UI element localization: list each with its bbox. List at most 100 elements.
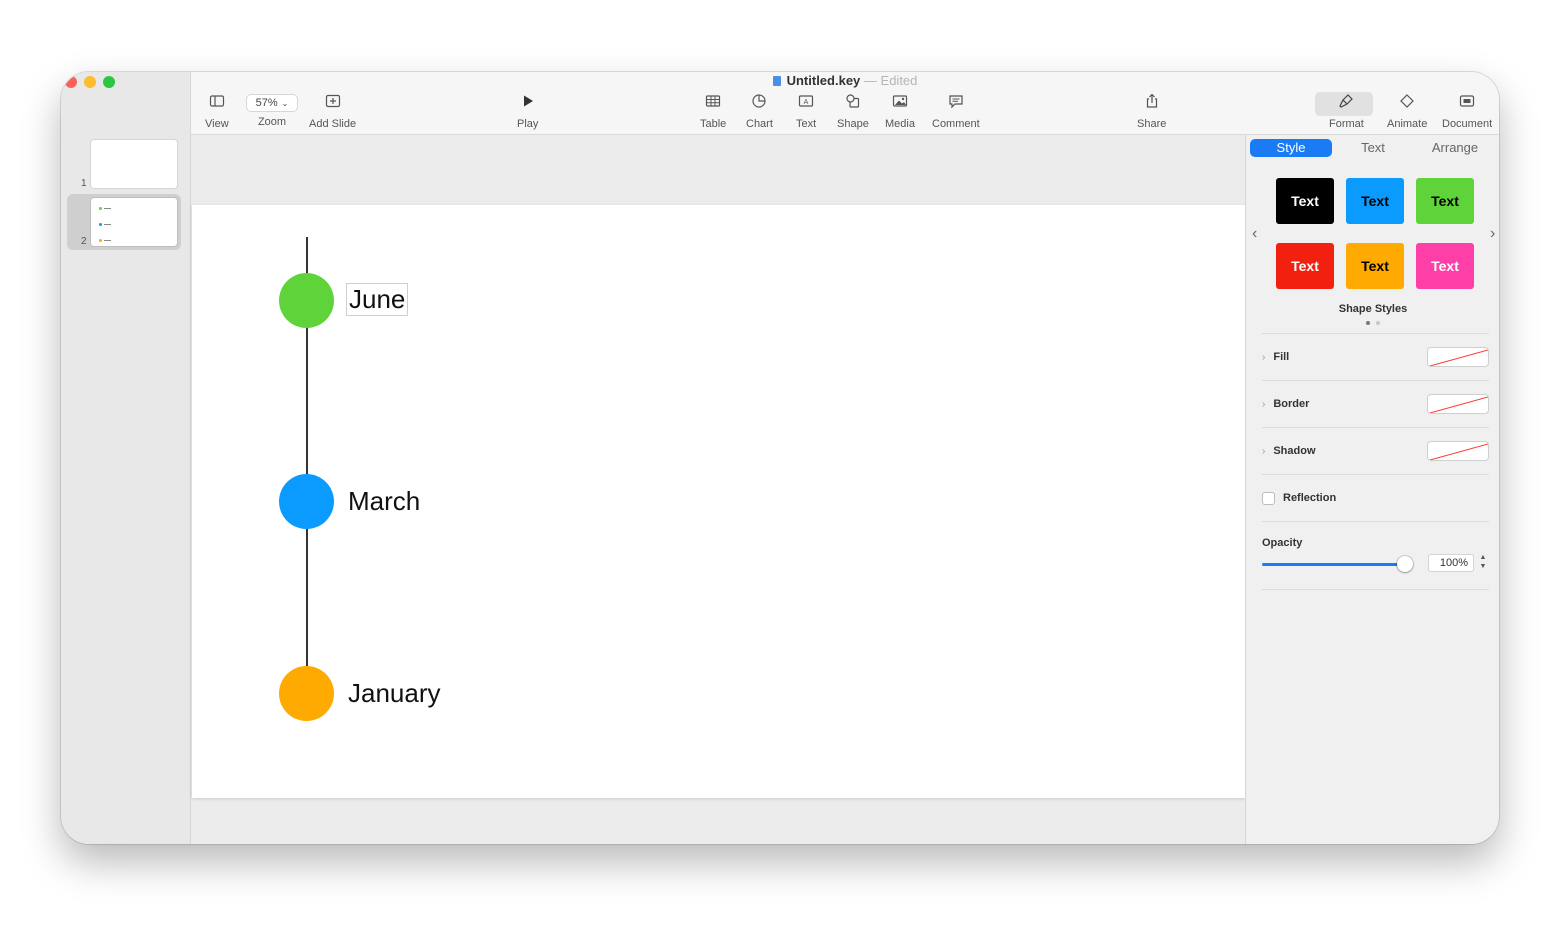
chevron-up-icon[interactable]: ▲ <box>1478 553 1488 562</box>
opacity-label: Opacity <box>1262 537 1303 549</box>
no-shadow-icon <box>1429 443 1488 460</box>
slide-thumbnail-1[interactable]: 1 <box>67 136 181 192</box>
border-row[interactable]: › Border <box>1262 393 1489 415</box>
shape-style-swatch[interactable]: Text <box>1346 178 1404 224</box>
view-label: View <box>205 118 229 130</box>
svg-text:A: A <box>804 99 809 106</box>
timeline-dot-january[interactable] <box>279 666 334 721</box>
chevron-right-icon[interactable]: › <box>1490 225 1495 243</box>
divider <box>1262 521 1489 522</box>
reflection-row[interactable]: Reflection <box>1262 487 1489 509</box>
keynote-file-icon <box>772 76 781 86</box>
minimize-button[interactable] <box>84 76 96 88</box>
chevron-left-icon[interactable]: ‹ <box>1252 225 1257 243</box>
animate-button[interactable]: Animate <box>1387 94 1427 130</box>
reflection-checkbox[interactable] <box>1262 491 1275 505</box>
mini-bullet <box>99 207 111 210</box>
add-slide-button[interactable]: Add Slide <box>309 94 357 130</box>
timeline-label-january[interactable]: January <box>348 678 441 709</box>
edited-status: Edited <box>880 73 918 88</box>
shape-button[interactable]: Shape <box>837 94 869 130</box>
timeline-label-march[interactable]: March <box>348 486 420 517</box>
chevron-down-icon: ⌄ <box>281 98 289 108</box>
shape-styles-label: Shape Styles <box>1338 303 1408 315</box>
timeline-label-june[interactable]: June <box>346 283 409 316</box>
format-button[interactable]: Format <box>1315 92 1373 130</box>
divider <box>1262 380 1489 381</box>
zoom-value: 57% <box>255 97 278 109</box>
document-icon <box>1459 95 1475 107</box>
inspector-tabs: Style Text Arrange <box>1250 139 1496 157</box>
paintbrush-icon <box>1339 94 1354 108</box>
fill-label: Fill <box>1273 351 1290 363</box>
slide-canvas[interactable]: June March January <box>192 205 1245 798</box>
no-fill-icon <box>1429 349 1488 366</box>
shadow-row[interactable]: › Shadow <box>1262 440 1489 462</box>
opacity-slider-knob[interactable] <box>1397 556 1413 572</box>
toolbar: Untitled.key — Edited View 57% ⌄ Zoom Add… <box>191 72 1499 135</box>
chart-button[interactable]: Chart <box>746 94 773 130</box>
plus-square-icon <box>325 94 340 108</box>
fill-color-well[interactable] <box>1427 347 1489 367</box>
chevron-right-icon: › <box>1262 351 1266 363</box>
shape-style-swatch[interactable]: Text <box>1416 243 1474 289</box>
document-button[interactable]: Document <box>1442 95 1492 130</box>
chart-label: Chart <box>746 118 773 130</box>
shadow-label: Shadow <box>1273 445 1316 457</box>
shape-style-swatch[interactable]: Text <box>1276 243 1334 289</box>
tab-text[interactable]: Text <box>1332 139 1414 157</box>
slide-thumbnail-2[interactable]: 2 <box>67 194 181 250</box>
media-label: Media <box>885 118 915 130</box>
play-icon <box>523 95 533 107</box>
zoom-label: Zoom <box>257 116 287 128</box>
play-button[interactable]: Play <box>517 95 538 130</box>
opacity-slider[interactable] <box>1262 563 1410 566</box>
border-color-well[interactable] <box>1427 394 1489 414</box>
chevron-down-icon[interactable]: ▼ <box>1478 562 1488 571</box>
sidebar-icon <box>209 95 224 107</box>
divider <box>1262 474 1489 475</box>
opacity-input[interactable]: 100% <box>1428 554 1474 572</box>
fill-row[interactable]: › Fill <box>1262 346 1489 368</box>
slide-number: 2 <box>81 236 87 247</box>
slide-navigator: 1 2 <box>61 72 191 844</box>
text-button[interactable]: A Text <box>796 95 817 130</box>
table-button[interactable]: Table <box>700 95 727 130</box>
comment-icon <box>949 95 963 109</box>
border-label: Border <box>1273 398 1310 410</box>
window-controls <box>65 76 115 88</box>
diamond-icon <box>1400 94 1415 108</box>
style-page-indicator[interactable] <box>1366 321 1380 325</box>
opacity-stepper[interactable]: ▲ ▼ <box>1478 553 1488 573</box>
divider <box>1262 333 1489 334</box>
share-button[interactable]: Share <box>1137 93 1166 130</box>
shadow-color-well[interactable] <box>1427 441 1489 461</box>
shape-style-swatch[interactable]: Text <box>1276 178 1334 224</box>
tab-style[interactable]: Style <box>1250 139 1332 157</box>
shape-style-swatch[interactable]: Text <box>1346 243 1404 289</box>
slide-canvas-area: June March January <box>191 135 1245 844</box>
chevron-right-icon: › <box>1262 398 1266 410</box>
zoom-select[interactable]: 57% ⌄ <box>246 94 298 112</box>
text-box-icon: A <box>798 95 814 107</box>
comment-button[interactable]: Comment <box>932 95 980 130</box>
slide-preview <box>91 140 177 188</box>
text-label: Text <box>796 118 817 130</box>
format-label: Format <box>1329 118 1364 130</box>
table-label: Table <box>700 118 727 130</box>
slide-preview <box>91 198 177 246</box>
timeline-dot-march[interactable] <box>279 474 334 529</box>
zoom-control[interactable]: 57% ⌄ Zoom <box>246 94 298 128</box>
close-button[interactable] <box>65 76 77 88</box>
divider <box>1262 589 1489 590</box>
slide-number: 1 <box>81 178 87 189</box>
media-button[interactable]: Media <box>885 95 915 130</box>
reflection-label: Reflection <box>1283 492 1337 504</box>
zoom-window-button[interactable] <box>103 76 115 88</box>
add-slide-label: Add Slide <box>309 118 357 130</box>
view-button[interactable]: View <box>205 95 229 130</box>
shape-style-swatch[interactable]: Text <box>1416 178 1474 224</box>
divider <box>1262 427 1489 428</box>
timeline-dot-june[interactable] <box>279 273 334 328</box>
tab-arrange[interactable]: Arrange <box>1414 139 1496 157</box>
